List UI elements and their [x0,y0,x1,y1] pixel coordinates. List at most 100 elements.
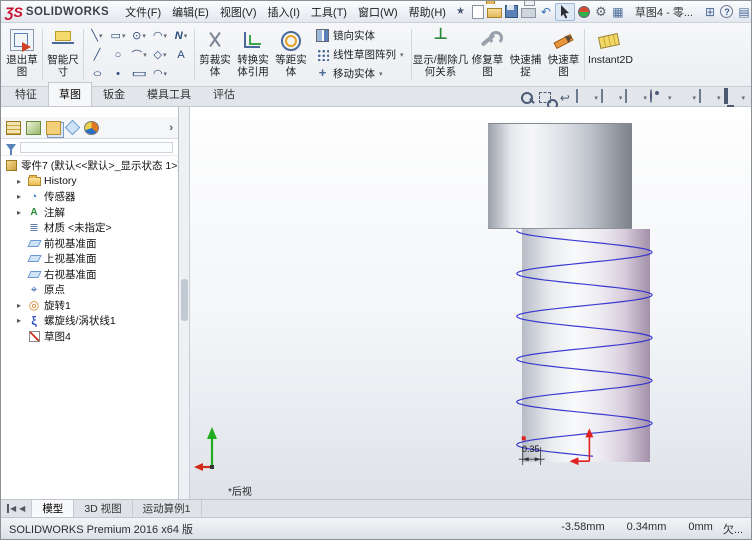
rebuild-icon[interactable] [576,4,592,19]
spline-tool-icon[interactable]: N▾ [171,26,191,45]
ellipse-tool-icon[interactable]: ○ [87,64,107,83]
graphics-viewport[interactable]: 0.35 *后视 [190,107,751,499]
tree-item-front-plane[interactable]: 前视基准面 [1,236,178,252]
tree-item-top-plane[interactable]: 上视基准面 [1,251,178,267]
tab-motion-study[interactable]: 运动算例1 [133,500,202,517]
menu-tools[interactable]: 工具(T) [306,2,352,22]
expander-icon[interactable]: ▸ [17,177,27,186]
chevron-down-icon[interactable]: ▾ [619,94,623,102]
dimension-value[interactable]: 0.35 [522,444,540,454]
tab-evaluate[interactable]: 评估 [202,82,246,106]
display-style-icon[interactable] [624,90,641,106]
model-cylinder-body[interactable] [522,229,650,462]
rapid-sketch-button[interactable]: 快速草图 [545,25,583,84]
first-tab-icon[interactable]: ◀ [7,504,16,513]
expander-icon[interactable]: ▸ [17,316,27,325]
select-arrow-icon[interactable] [555,3,575,21]
menu-file[interactable]: 文件(F) [120,2,166,22]
feature-manager-tab[interactable] [6,121,21,135]
panel-expand-icon[interactable]: › [169,122,173,134]
section-view-icon[interactable] [575,90,592,106]
tree-item-annotations[interactable]: ▸ A 注解 [1,205,178,221]
zoom-fit-icon[interactable] [518,90,535,106]
model-screw-head[interactable] [488,123,632,229]
tree-item-origin[interactable]: ⌖ 原点 [1,282,178,298]
smart-dimension-button[interactable]: 智能尺寸 [44,25,82,84]
options-gear-icon[interactable]: ⚙ [593,4,609,19]
offset-entities-button[interactable]: 等距实体 [272,25,310,84]
print-icon[interactable] [521,4,537,19]
tab-scroll-controls[interactable]: ◀ ◀ [1,500,32,517]
perimeter-circle-tool-icon[interactable]: ○ [108,45,128,64]
tab-sketch[interactable]: 草图 [48,82,92,106]
convert-entities-button[interactable]: 转换实体引用 [234,25,272,84]
polygon-tool-icon[interactable]: ◇▾ [150,45,170,64]
hide-show-items-icon[interactable] [649,90,666,106]
menu-insert[interactable]: 插入(I) [263,2,305,22]
help-icon[interactable]: ? [719,4,735,19]
chevron-down-icon[interactable]: ▾ [692,94,696,102]
expander-icon[interactable]: ▸ [17,301,27,310]
scrollbar-thumb[interactable] [181,279,188,321]
expander-icon[interactable]: ▸ [17,192,27,201]
panel-scrollbar[interactable] [179,107,190,499]
repair-sketch-button[interactable]: 修复草图 [469,25,507,84]
fillet-tool-icon[interactable]: ◠▾ [150,64,170,83]
tree-item-history[interactable]: ▸ History [1,174,178,190]
chevron-down-icon[interactable]: ▾ [717,94,721,102]
exit-sketch-button[interactable]: 退出草图 [3,25,41,84]
tab-model[interactable]: 模型 [32,500,74,517]
open-icon[interactable] [487,4,503,19]
menu-edit[interactable]: 编辑(E) [167,2,214,22]
line-tool-icon[interactable]: ╲▾ [87,26,107,45]
arc-tool-icon[interactable]: ◠▾ [150,26,170,45]
mirror-entities-button[interactable]: 镜向实体 [313,27,407,44]
move-entities-button[interactable]: + 移动实体 ▾ [313,65,407,82]
zoom-area-icon[interactable] [537,90,554,106]
tab-features[interactable]: 特征 [4,82,48,106]
tree-item-sensors[interactable]: ▸ ◔ 传感器 [1,189,178,205]
previous-tab-icon[interactable]: ◀ [19,504,25,513]
configuration-manager-tab[interactable] [46,121,61,135]
tree-root-part[interactable]: 零件7 (默认<<默认>_显示状态 1>) [1,158,178,174]
display-manager-tab[interactable] [84,121,99,135]
new-document-icon[interactable] [470,4,486,19]
tree-item-sketch4[interactable]: 草图4 [1,329,178,345]
slot-tool-icon[interactable]: ▭ [129,64,149,83]
linear-sketch-pattern-button[interactable]: 线性草图阵列 ▾ [313,46,407,63]
filter-input[interactable] [20,142,173,153]
tab-mold-tools[interactable]: 模具工具 [136,82,202,106]
undo-icon[interactable]: ↶ [538,4,554,19]
menu-view[interactable]: 视图(V) [215,2,262,22]
dimxpert-manager-tab[interactable] [65,120,81,136]
chevron-down-icon[interactable]: ▾ [741,94,745,102]
circle-tool-icon[interactable]: ⊙▾ [129,26,149,45]
view-orientation-icon[interactable] [600,90,617,106]
chevron-down-icon[interactable]: ▾ [643,94,647,102]
chevron-down-icon[interactable]: ▾ [668,94,672,102]
centerline-tool-icon[interactable]: ╱ [87,45,107,64]
property-manager-tab[interactable] [26,121,41,135]
menu-help[interactable]: 帮助(H) [404,2,451,22]
point-tool-icon[interactable]: • [108,64,128,83]
tangent-arc-tool-icon[interactable]: ⌒▾ [129,45,149,64]
text-tool-icon[interactable]: A [171,45,191,64]
chevron-down-icon[interactable]: ▾ [400,51,404,59]
tree-item-right-plane[interactable]: 右视基准面 [1,267,178,283]
quick-snaps-button[interactable]: 快速捕捉 [507,25,545,84]
tab-sheet-metal[interactable]: 钣金 [92,82,136,106]
filter-funnel-icon[interactable] [6,144,16,151]
tree-item-material[interactable]: ≣ 材质 <未指定> [1,220,178,236]
view-settings-icon[interactable] [722,90,739,106]
expander-icon[interactable]: ▸ [17,208,27,217]
tree-item-revolve1[interactable]: ▸ ◎ 旋转1 [1,298,178,314]
rectangle-tool-icon[interactable]: ▭▾ [108,26,128,45]
instant2d-button[interactable]: Instant2D [586,25,636,84]
task-pane-icon[interactable]: ▤ [736,4,752,19]
display-delete-relations-button[interactable]: ⊥ 显示/删除几何关系 [413,25,469,84]
chevron-down-icon[interactable]: ▾ [594,94,598,102]
save-icon[interactable] [504,4,520,19]
menu-window[interactable]: 窗口(W) [353,2,403,22]
trim-entities-button[interactable]: 剪裁实体 [196,25,234,84]
previous-view-icon[interactable]: ↩ [556,90,573,106]
